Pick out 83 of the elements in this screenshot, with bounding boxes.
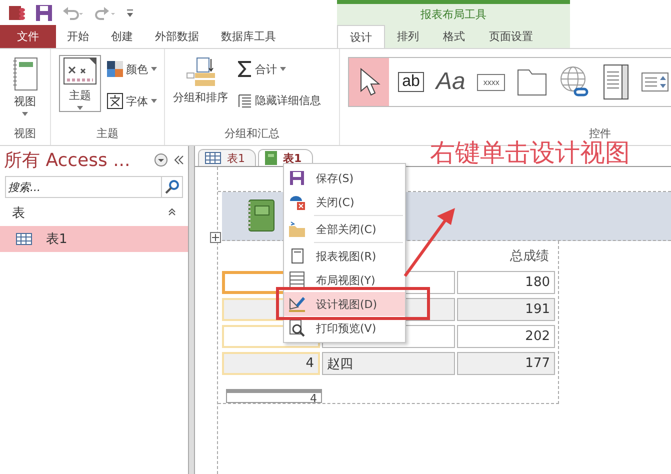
table-icon: [16, 233, 32, 245]
sort-icon: [186, 57, 216, 87]
search-field[interactable]: 搜索...: [5, 176, 162, 198]
collapse-chevron-icon: [168, 208, 176, 216]
button-control-icon: xxxx: [477, 74, 506, 90]
font-icon: [107, 93, 123, 109]
annotation-text: 右键单击设计视图: [430, 138, 630, 169]
table-icon: [205, 152, 221, 164]
file-tab[interactable]: 文件: [0, 25, 56, 48]
save-icon[interactable]: [36, 4, 52, 20]
button-control-button[interactable]: xxxx: [474, 58, 508, 106]
report-icon: [246, 199, 276, 233]
nav-group-header[interactable]: 表: [0, 200, 188, 226]
sigma-icon: [238, 61, 252, 77]
menu-item[interactable]: 全部关闭(C): [284, 217, 405, 241]
customize-icon[interactable]: [126, 8, 134, 18]
dropdown-arrow-icon: [151, 99, 157, 103]
color-swatch-icon: [107, 61, 123, 77]
view-button[interactable]: 视图: [8, 55, 42, 118]
column-header: 总成绩: [509, 248, 550, 265]
ribbon-tab[interactable]: 格式: [431, 25, 477, 48]
menu-item[interactable]: 保存(S): [284, 166, 405, 190]
table-cell: 191: [457, 298, 555, 321]
ribbon-tab[interactable]: 排列: [385, 25, 431, 48]
label-control-button[interactable]: Aa: [433, 58, 468, 106]
save-icon: [288, 169, 306, 187]
hide-details-button[interactable]: 隐藏详细信息: [236, 91, 323, 110]
label-control-icon: Aa: [436, 68, 466, 96]
ribbon-tab[interactable]: 设计: [337, 25, 385, 48]
group-label: 控件: [588, 126, 612, 140]
preview-icon: [288, 319, 306, 337]
designview-icon: [288, 295, 306, 313]
collapse-icon[interactable]: [174, 155, 184, 165]
table-cell: 赵四: [322, 352, 455, 375]
list-icon: [238, 94, 252, 108]
document-tab[interactable]: 表1: [258, 149, 313, 166]
ribbon-tab[interactable]: 外部数据: [144, 25, 210, 48]
search-icon[interactable]: [162, 176, 183, 198]
contextual-tab-group-title: 报表布局工具: [337, 0, 570, 25]
group-label: 主题: [96, 126, 120, 142]
theme-icon: [63, 57, 97, 85]
table-cell: 177: [457, 352, 555, 375]
annotation-arrow: [403, 206, 457, 278]
dropdown-arrow-icon: [22, 112, 28, 116]
dropdown-arrow-icon: [280, 67, 286, 71]
dropdown-arrow-icon: [77, 106, 83, 110]
report-page-icon: [12, 57, 38, 91]
totals-button[interactable]: 合计: [236, 59, 323, 79]
ribbon-tab[interactable]: 数据库工具: [210, 25, 287, 48]
dropdown-arrow-icon: [151, 67, 157, 71]
document-tab[interactable]: 表1: [198, 149, 256, 166]
group-sort-button[interactable]: 分组和排序: [169, 55, 232, 107]
ribbon-tab[interactable]: 页面设置: [477, 25, 545, 48]
menu-item[interactable]: 报表视图(R): [284, 244, 405, 268]
group-label: 分组和汇总: [224, 126, 280, 142]
fonts-button[interactable]: 字体: [105, 91, 159, 111]
group-label: 视图: [13, 126, 37, 142]
table-cell: 4: [222, 352, 320, 375]
menu-item[interactable]: 关闭(C): [284, 190, 405, 214]
nav-pane-title: 所有 Access ...: [4, 149, 132, 172]
ribbon-tab[interactable]: 开始: [56, 25, 100, 48]
colors-button[interactable]: 颜色: [105, 59, 159, 79]
select-control-button[interactable]: [349, 58, 389, 106]
app-icon: [8, 4, 26, 22]
table-cell: 202: [457, 325, 555, 348]
nav-item[interactable]: 表1: [0, 226, 188, 252]
textbox-control-icon: ab: [398, 72, 424, 92]
menu-item[interactable]: 布局视图(Y): [284, 268, 405, 292]
theme-button[interactable]: 主题: [59, 55, 101, 112]
count-field: 4: [226, 389, 322, 403]
move-handle-icon[interactable]: [210, 232, 221, 243]
close-icon: [288, 193, 306, 211]
layoutview-icon: [288, 271, 306, 289]
menu-item[interactable]: 打印预览(V): [284, 316, 405, 340]
menu-item[interactable]: 设计视图(D): [284, 292, 405, 316]
dropdown-circle-icon[interactable]: [154, 153, 168, 167]
ribbon-tab[interactable]: 创建: [100, 25, 144, 48]
listbox-control-icon: [603, 64, 630, 100]
closeall-icon: [288, 220, 306, 238]
textbox-control-button[interactable]: ab: [395, 58, 427, 106]
table-cell: 180: [457, 271, 555, 294]
tabcontrol-control-icon: [517, 68, 548, 96]
report-icon: [265, 151, 277, 165]
